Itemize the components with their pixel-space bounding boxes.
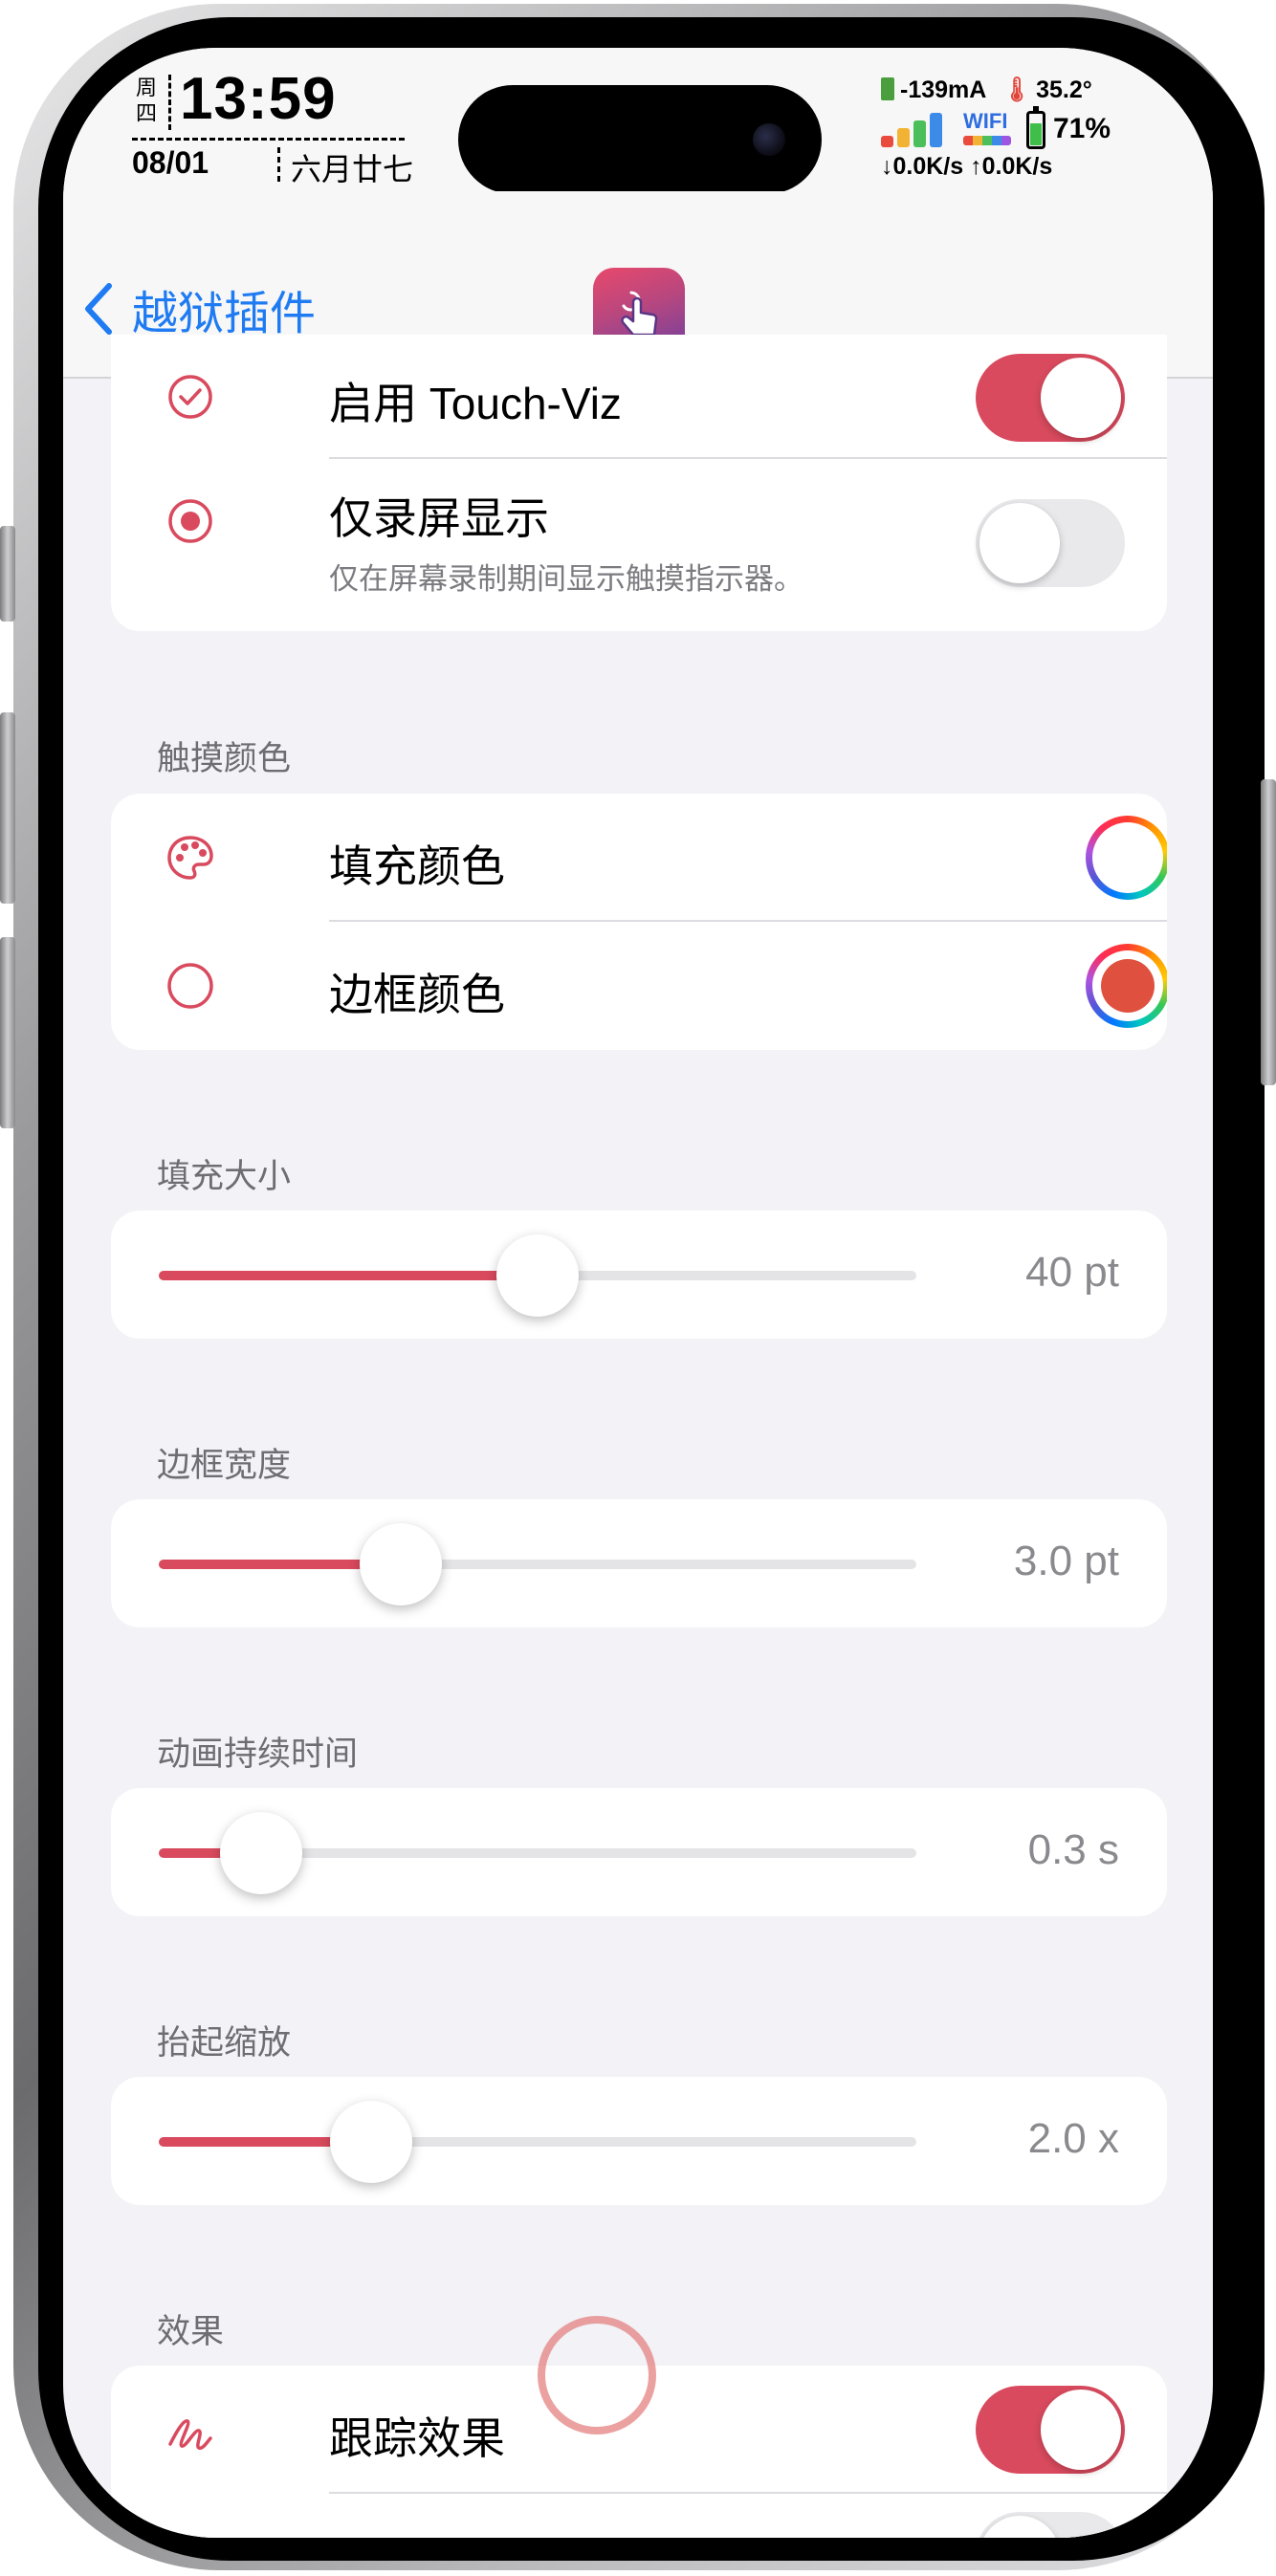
fill-color-title: 填充颜色 (329, 841, 505, 891)
weekday-label: 周 四 (135, 76, 157, 125)
anim-duration-header: 动画持续时间 (157, 1736, 359, 1773)
back-label: 越狱插件 (132, 289, 317, 339)
battery-percent: 71% (1053, 113, 1111, 144)
fill-color-well[interactable] (1086, 816, 1167, 900)
battery-current: -139mA (900, 76, 987, 103)
trail-title: 跟踪效果 (329, 2413, 505, 2463)
general-card: 启用 Touch-Viz 仅录屏显示 仅在屏幕录制期间显示触摸指示器。 (111, 335, 1167, 631)
effects-header: 效果 (157, 2313, 225, 2350)
anim-duration-value: 0.3 s (1027, 1826, 1119, 1873)
border-width-slider[interactable] (159, 1523, 916, 1605)
border-width-value: 3.0 pt (1013, 1538, 1119, 1584)
status-bar: 周 四 13:59 08/01 六月廿七 -139mA 🌡35.2° WIFI (63, 48, 1213, 194)
battery-current-icon (881, 77, 894, 100)
fill-size-header: 填充大小 (157, 1158, 292, 1195)
trail-toggle[interactable] (976, 2386, 1125, 2474)
circle-outline-icon (167, 963, 213, 1009)
fill-size-card: 40 pt (111, 1211, 1167, 1339)
wifi-label: WIFI (963, 109, 1008, 133)
enable-toggle[interactable] (976, 354, 1125, 442)
lift-scale-header: 抬起缩放 (157, 2024, 292, 2062)
slider-thumb[interactable] (220, 1812, 302, 1894)
anim-duration-card: 0.3 s (111, 1788, 1167, 1916)
slider-thumb[interactable] (496, 1234, 579, 1317)
lunar-date: 六月廿七 (291, 152, 414, 186)
record-only-title: 仅录屏显示 (329, 493, 549, 543)
border-width-card: 3.0 pt (111, 1499, 1167, 1627)
chevron-left-icon (85, 283, 112, 335)
screen: 周 四 13:59 08/01 六月廿七 -139mA 🌡35.2° WIFI (63, 48, 1213, 2538)
status-indicators: -139mA 🌡 35.2° WIFI 71% ↓0.0K/s ↑0.0K/s (881, 76, 1168, 191)
palette-icon (167, 836, 213, 880)
scribble-icon (168, 2419, 212, 2450)
touch-color-header: 触摸颜色 (157, 740, 292, 777)
lift-scale-slider[interactable] (159, 2101, 916, 2183)
border-color-row[interactable]: 边框颜色 (111, 922, 1167, 1050)
border-width-header: 边框宽度 (157, 1447, 292, 1484)
slider-thumb[interactable] (360, 1523, 442, 1605)
temperature: 35.2° (1036, 76, 1092, 103)
status-time: 13:59 (180, 66, 337, 132)
border-color-title: 边框颜色 (329, 970, 505, 1019)
checkmark-circle-icon (168, 375, 212, 419)
record-only-subtitle: 仅在屏幕录制期间显示触摸指示器。 (329, 562, 803, 596)
action-button (0, 526, 15, 622)
touch-indicator (538, 2316, 656, 2434)
back-button[interactable]: 越狱插件 (82, 275, 316, 342)
enable-row: 启用 Touch-Viz (111, 335, 1167, 459)
front-camera (753, 123, 785, 156)
volume-up-button (0, 712, 15, 904)
anim-duration-slider[interactable] (159, 1812, 916, 1894)
fill-size-value: 40 pt (1025, 1249, 1119, 1296)
lift-scale-value: 2.0 x (1027, 2115, 1119, 2162)
record-circle-icon (168, 499, 212, 543)
next-toggle[interactable] (976, 2512, 1125, 2538)
battery-icon (1026, 106, 1045, 149)
network-speed: ↓0.0K/s ↑0.0K/s (881, 153, 1053, 180)
record-only-toggle[interactable] (976, 499, 1125, 587)
dynamic-island (458, 85, 822, 194)
record-only-row: 仅录屏显示 仅在屏幕录制期间显示触摸指示器。 (111, 459, 1167, 631)
border-color-well[interactable] (1086, 944, 1167, 1028)
power-button (1261, 779, 1276, 1085)
status-date: 08/01 (132, 145, 209, 180)
lift-scale-card: 2.0 x (111, 2077, 1167, 2205)
volume-down-button (0, 937, 15, 1128)
wifi-strength-icon (963, 136, 1011, 145)
enable-title: 启用 Touch-Viz (329, 379, 622, 428)
touch-color-card: 填充颜色 边框颜色 (111, 794, 1167, 1050)
thermometer-icon: 🌡 (1001, 76, 1033, 103)
signal-bars-icon (881, 113, 950, 147)
fill-size-slider[interactable] (159, 1234, 916, 1317)
fill-color-row[interactable]: 填充颜色 (111, 794, 1167, 922)
status-clock-widget: 周 四 13:59 08/01 六月廿七 (132, 66, 419, 189)
slider-thumb[interactable] (330, 2101, 412, 2183)
